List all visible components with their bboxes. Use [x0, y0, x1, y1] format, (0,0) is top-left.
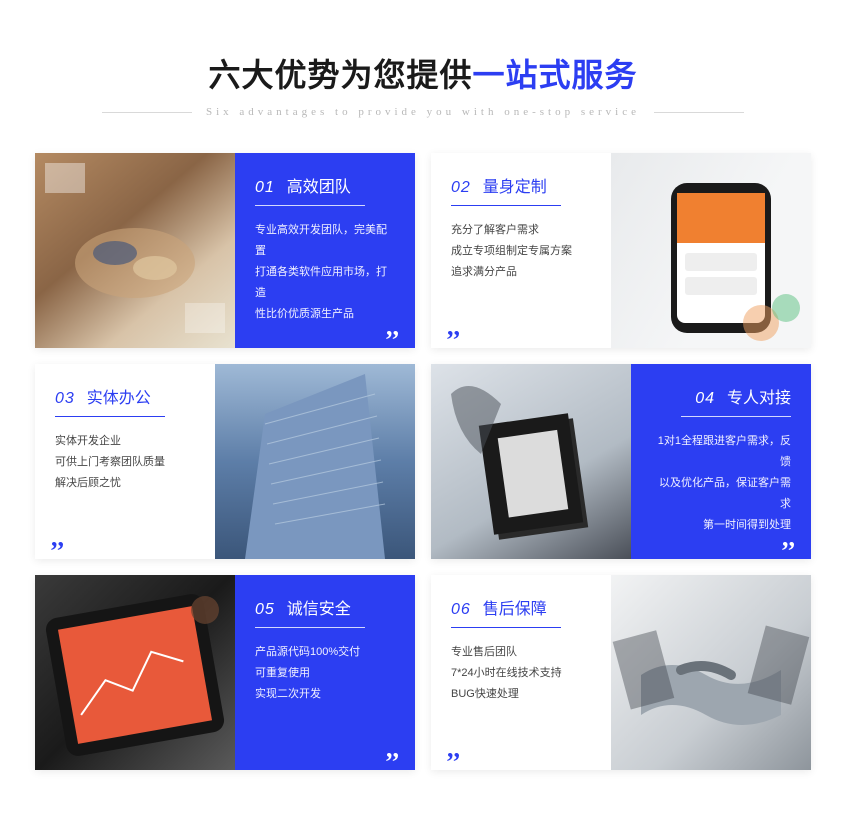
- card-description: 实体开发企业可供上门考察团队质量解决后顾之忧: [55, 431, 195, 494]
- heading-underline: [451, 205, 561, 206]
- quote-icon: ,,: [386, 314, 399, 340]
- card-description: 专业高效开发团队，完美配置打通各类软件应用市场，打造性比价优质源生产品: [255, 220, 395, 324]
- card-image-team-hands: [35, 153, 235, 348]
- card-heading: 高效团队: [287, 173, 351, 197]
- subtitle-row: Six advantages to provide you with one-s…: [35, 106, 811, 118]
- divider-line: [102, 112, 192, 113]
- main-title: 六大优势为您提供一站式服务: [35, 50, 811, 96]
- card-number: 06: [451, 601, 471, 619]
- card-image-office-building: [215, 364, 415, 559]
- card-content: 02 量身定制 充分了解客户需求成立专项组制定专属方案追求满分产品 ,,: [431, 153, 611, 348]
- quote-icon: ,,: [782, 525, 795, 551]
- card-heading: 售后保障: [483, 595, 547, 619]
- card-number: 02: [451, 179, 471, 197]
- heading-underline: [55, 416, 165, 417]
- card-heading: 专人对接: [727, 384, 791, 408]
- heading-underline: [255, 205, 365, 206]
- card-heading: 量身定制: [483, 173, 547, 197]
- quote-icon: ,,: [386, 736, 399, 762]
- card-description: 1对1全程跟进客户需求，反馈以及优化产品，保证客户需求第一时间得到处理: [651, 431, 791, 535]
- card-image-business-folder: [431, 364, 631, 559]
- advantage-card-1: 01 高效团队 专业高效开发团队，完美配置打通各类软件应用市场，打造性比价优质源…: [35, 153, 415, 348]
- card-description: 产品源代码100%交付可重复使用实现二次开发: [255, 642, 395, 705]
- advantage-card-6: 06 售后保障 专业售后团队7*24小时在线技术支持BUG快速处理 ,,: [431, 575, 811, 770]
- advantage-card-4: 04 专人对接 1对1全程跟进客户需求，反馈以及优化产品，保证客户需求第一时间得…: [431, 364, 811, 559]
- card-heading: 实体办公: [87, 384, 151, 408]
- card-content: 04 专人对接 1对1全程跟进客户需求，反馈以及优化产品，保证客户需求第一时间得…: [631, 364, 811, 559]
- advantage-card-3: 03 实体办公 实体开发企业可供上门考察团队质量解决后顾之忧 ,,: [35, 364, 415, 559]
- card-content: 05 诚信安全 产品源代码100%交付可重复使用实现二次开发 ,,: [235, 575, 415, 770]
- title-part-1: 六大优势为您提供: [208, 57, 472, 93]
- subtitle: Six advantages to provide you with one-s…: [206, 106, 640, 118]
- card-number: 01: [255, 179, 275, 197]
- card-heading: 诚信安全: [287, 595, 351, 619]
- card-description: 充分了解客户需求成立专项组制定专属方案追求满分产品: [451, 220, 591, 283]
- card-content: 01 高效团队 专业高效开发团队，完美配置打通各类软件应用市场，打造性比价优质源…: [235, 153, 415, 348]
- quote-icon: ,,: [447, 736, 460, 762]
- card-number: 05: [255, 601, 275, 619]
- card-image-tablet-analytics: [35, 575, 235, 770]
- heading-underline: [255, 627, 365, 628]
- advantage-card-5: 05 诚信安全 产品源代码100%交付可重复使用实现二次开发 ,,: [35, 575, 415, 770]
- card-number: 04: [695, 390, 715, 408]
- card-content: 06 售后保障 专业售后团队7*24小时在线技术支持BUG快速处理 ,,: [431, 575, 611, 770]
- quote-icon: ,,: [447, 314, 460, 340]
- section-header: 六大优势为您提供一站式服务 Six advantages to provide …: [35, 50, 811, 118]
- title-part-2: 一站式服务: [473, 57, 638, 93]
- advantages-grid: 01 高效团队 专业高效开发团队，完美配置打通各类软件应用市场，打造性比价优质源…: [35, 153, 811, 770]
- card-image-handshake: [611, 575, 811, 770]
- heading-underline: [451, 627, 561, 628]
- heading-underline: [681, 416, 791, 417]
- advantage-card-2: 02 量身定制 充分了解客户需求成立专项组制定专属方案追求满分产品 ,,: [431, 153, 811, 348]
- card-image-smartphone: [611, 153, 811, 348]
- divider-line: [654, 112, 744, 113]
- card-content: 03 实体办公 实体开发企业可供上门考察团队质量解决后顾之忧 ,,: [35, 364, 215, 559]
- card-description: 专业售后团队7*24小时在线技术支持BUG快速处理: [451, 642, 591, 705]
- card-number: 03: [55, 390, 75, 408]
- quote-icon: ,,: [51, 525, 64, 551]
